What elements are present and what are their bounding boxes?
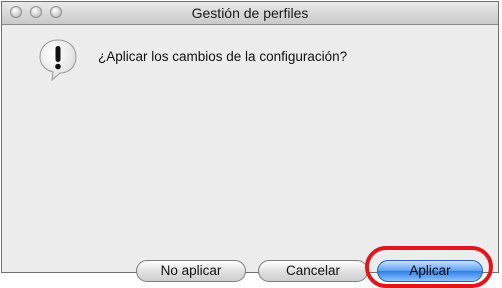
dialog-window: Gestión de perfiles ¿Aplicar los cambios… xyxy=(1,1,499,273)
dialog-message: ¿Aplicar los cambios de la configuración… xyxy=(98,49,348,64)
no-apply-button[interactable]: No aplicar xyxy=(136,260,246,282)
alert-caution-icon xyxy=(39,39,77,82)
window-title: Gestión de perfiles xyxy=(191,5,309,21)
apply-button[interactable]: Aplicar xyxy=(377,260,483,282)
cancel-button[interactable]: Cancelar xyxy=(258,260,368,282)
title-bar[interactable]: Gestión de perfiles xyxy=(2,2,498,25)
